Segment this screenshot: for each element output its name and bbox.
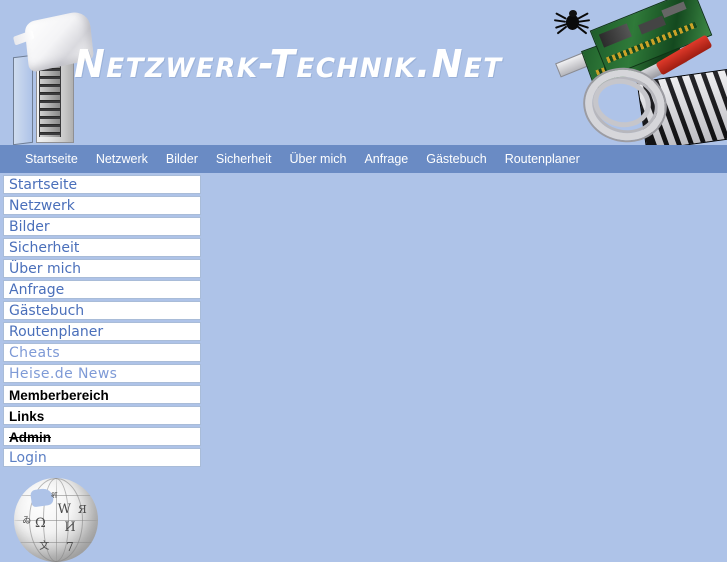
globe-glyph-cjk: 文 [39, 540, 50, 552]
sidebar-item-label: Anfrage [9, 282, 65, 298]
globe-glyph-ya: Я [77, 503, 87, 517]
globe-glyph-seven: 7 [66, 540, 74, 555]
nav-gaestebuch[interactable]: Gästebuch [417, 145, 495, 173]
site-title: Netzwerk-Technik.Net [74, 42, 503, 86]
sidebar-menu: Startseite Netzwerk Bilder Sicherheit Über m… [3, 175, 201, 469]
nav-netzwerk[interactable]: Netzwerk [87, 145, 157, 173]
sidebar-item-label: Login [9, 450, 47, 466]
sidebar-item-label: Memberbereich [9, 388, 109, 403]
sidebar-item-label: Links [9, 409, 45, 424]
sidebar-item-sicherheit[interactable]: Sicherheit [3, 238, 201, 257]
sidebar-item-routenplaner[interactable]: Routenplaner [3, 322, 201, 341]
nav-ueber-mich[interactable]: Über mich [280, 145, 355, 173]
header-banner: Netzwerk-Technik.Net [0, 0, 727, 145]
sidebar-item-startseite[interactable]: Startseite [3, 175, 201, 194]
sidebar-item-label: Über mich [9, 261, 82, 277]
network-hardware-image [537, 0, 727, 145]
nav-bilder[interactable]: Bilder [157, 145, 207, 173]
sidebar-item-label: Routenplaner [9, 324, 104, 340]
sidebar-item-label: Startseite [9, 177, 78, 193]
nav-sicherheit[interactable]: Sicherheit [207, 145, 281, 173]
globe-glyph-i: И [64, 520, 76, 535]
sidebar-item-bilder[interactable]: Bilder [3, 217, 201, 236]
sidebar-item-label: Cheats [9, 345, 61, 361]
rack-shelves [39, 61, 61, 137]
globe-glyph-w: W [57, 501, 72, 517]
globe-glyph-omega: Ω [35, 515, 46, 531]
sidebar-item-label: Bilder [9, 219, 50, 235]
sidebar-item-heise-de-news[interactable]: Heise.de News [3, 364, 201, 383]
globe-glyph-deva: श [50, 491, 58, 502]
globe-sphere: W Ω И Я 7 文 ゐ श [14, 478, 98, 562]
nav-routenplaner[interactable]: Routenplaner [496, 145, 589, 173]
sidebar-item-memberbereich[interactable]: Memberbereich [3, 385, 201, 404]
sidebar-item-admin[interactable]: Admin [3, 427, 201, 446]
sidebar-item-label: Heise.de News [9, 366, 118, 382]
sidebar-item-anfrage[interactable]: Anfrage [3, 280, 201, 299]
sidebar-item-netzwerk[interactable]: Netzwerk [3, 196, 201, 215]
sidebar-item-label: Sicherheit [9, 240, 80, 256]
spider-icon [553, 6, 591, 35]
sidebar-item-label: Gästebuch [9, 303, 85, 319]
sidebar-item-links[interactable]: Links [3, 406, 201, 425]
sidebar-item-cheats[interactable]: Cheats [3, 343, 201, 362]
sidebar-item-label: Netzwerk [9, 198, 75, 214]
wikipedia-globe-logo[interactable]: W Ω И Я 7 文 ゐ श [14, 478, 98, 562]
sidebar-item-login[interactable]: Login [3, 448, 201, 467]
sidebar-item-ueber-mich[interactable]: Über mich [3, 259, 201, 278]
globe-glyph-kana: ゐ [22, 516, 32, 527]
main-navigation-bar: Startseite Netzwerk Bilder Sicherheit Üb… [0, 145, 727, 173]
page-root: { "site": { "title": "Netzwerk-Technik.N… [0, 0, 727, 562]
nav-anfrage[interactable]: Anfrage [355, 145, 417, 173]
sidebar-item-label: Admin [9, 430, 51, 445]
nav-startseite[interactable]: Startseite [16, 145, 87, 173]
sidebar-item-gaestebuch[interactable]: Gästebuch [3, 301, 201, 320]
